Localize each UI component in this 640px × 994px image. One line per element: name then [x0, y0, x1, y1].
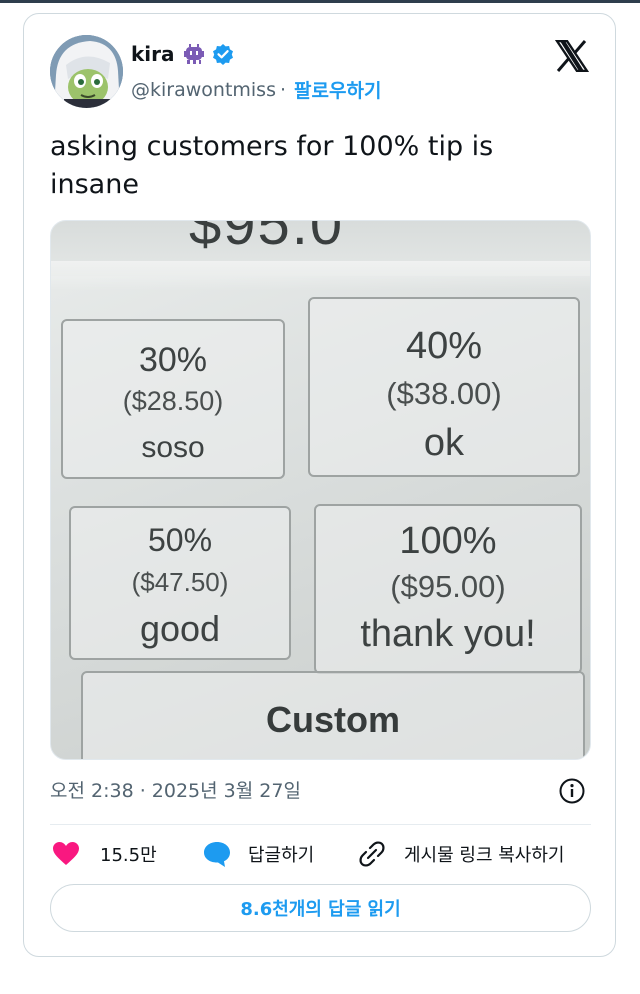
follow-button[interactable]: 팔로우하기 — [294, 76, 381, 103]
photo-glare — [51, 261, 590, 291]
copy-link-button[interactable]: 게시물 링크 복사하기 — [358, 838, 564, 870]
like-button[interactable]: 15.5만 — [52, 838, 157, 870]
info-icon[interactable] — [558, 777, 586, 805]
timestamp[interactable]: 오전 2:38 · 2025년 3월 27일 — [50, 776, 301, 803]
tip-option-30[interactable]: 30% ($28.50) soso — [61, 319, 285, 479]
action-bar: 15.5만 답글하기 게시물 링크 복사하기 — [50, 838, 591, 870]
tip-option-custom[interactable]: Custom — [81, 671, 585, 759]
copy-link-label: 게시물 링크 복사하기 — [404, 845, 565, 866]
avatar[interactable] — [50, 35, 123, 108]
ghost-emoji-icon — [183, 44, 204, 64]
photo-top-amount: $95.0 — [189, 220, 345, 257]
top-status-bar — [0, 0, 640, 3]
reply-label: 답글하기 — [248, 845, 315, 866]
author-name-row: kira — [131, 40, 234, 68]
author-handle[interactable]: @kirawontmiss — [131, 79, 276, 101]
verified-badge-icon — [212, 44, 233, 65]
read-replies-button[interactable]: 8.6천개의 답글 읽기 — [50, 884, 591, 932]
tip-option-100[interactable]: 100% ($95.00) thank you! — [314, 504, 582, 674]
tweet-card: kira @kirawontmiss · 팔로우하기 asking custom… — [23, 13, 616, 957]
x-logo-icon[interactable] — [555, 40, 589, 72]
tweet-text: asking customers for 100% tip is insane — [50, 131, 494, 200]
handle-row: @kirawontmiss · 팔로우하기 — [131, 76, 381, 103]
reply-button[interactable]: 답글하기 — [202, 838, 314, 870]
like-count: 15.5만 — [100, 845, 157, 866]
heart-icon — [53, 842, 79, 865]
divider — [50, 824, 591, 825]
tip-option-40[interactable]: 40% ($38.00) ok — [308, 297, 580, 477]
reply-bubble-icon — [204, 842, 230, 867]
separator-dot: · — [279, 78, 287, 101]
author-name[interactable]: kira — [131, 42, 175, 66]
link-icon — [359, 841, 385, 867]
tweet-photo[interactable]: $95.0 30% ($28.50) soso 40% ($38.00) ok … — [50, 220, 591, 760]
tip-option-50[interactable]: 50% ($47.50) good — [69, 506, 291, 660]
